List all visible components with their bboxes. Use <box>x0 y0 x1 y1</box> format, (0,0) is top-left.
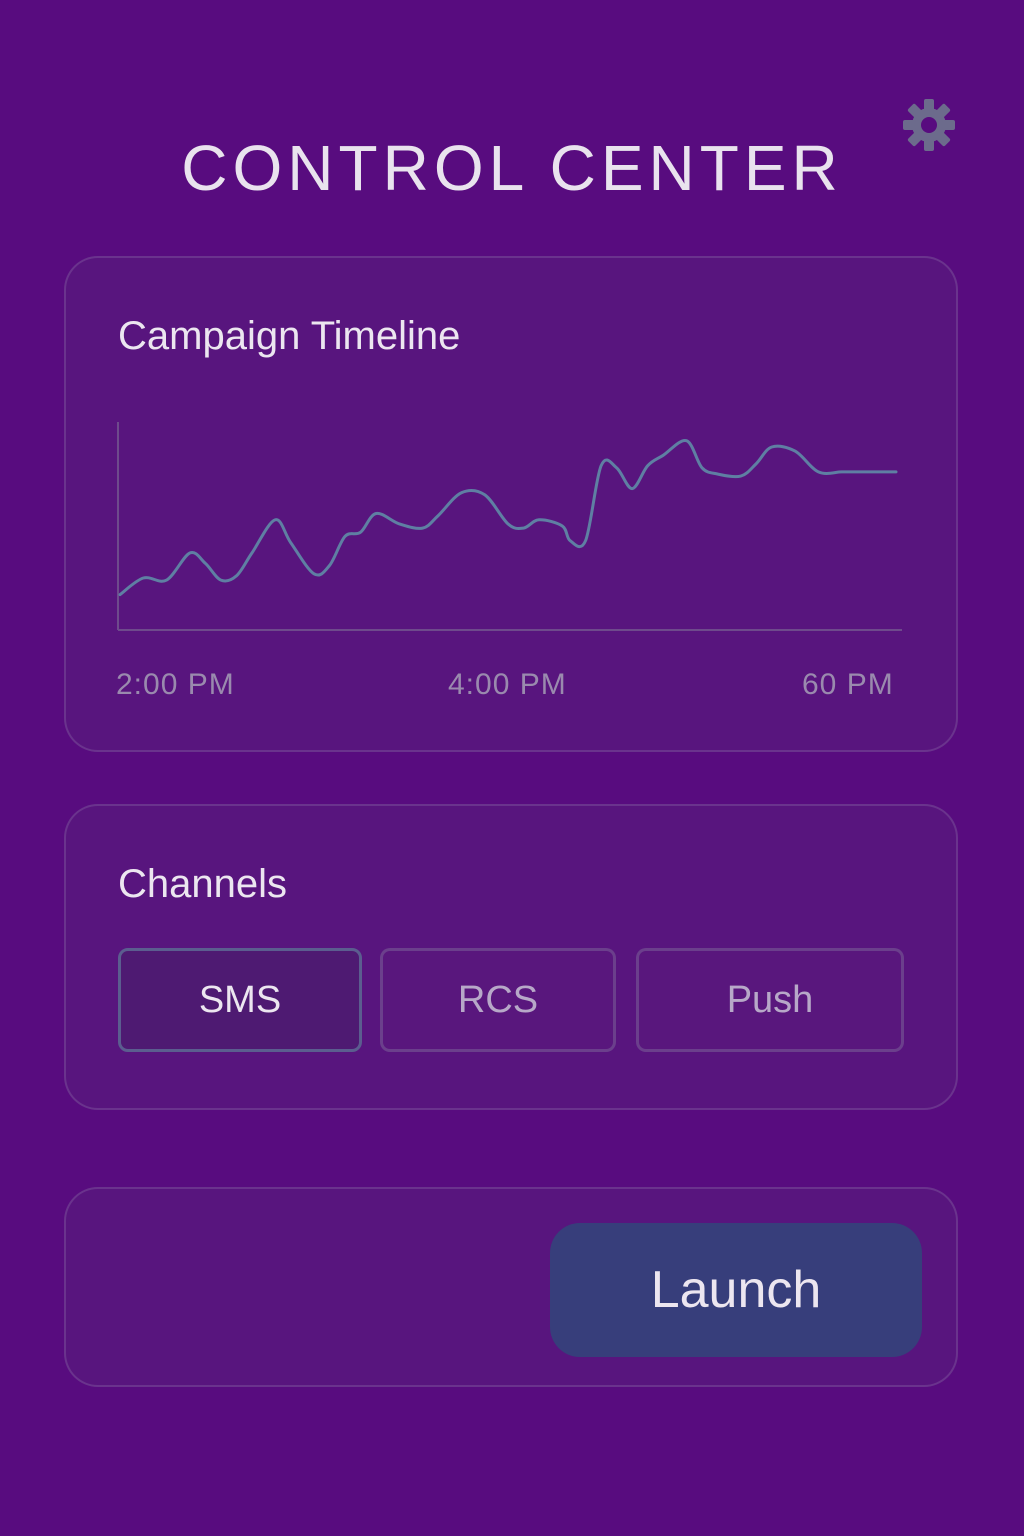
launch-card: Launch <box>64 1187 958 1387</box>
channel-rcs-button[interactable]: RCS <box>380 948 616 1052</box>
gear-icon <box>903 99 955 151</box>
launch-button[interactable]: Launch <box>550 1223 922 1357</box>
x-tick-label: 4:00 PM <box>448 668 567 701</box>
channel-push-button[interactable]: Push <box>636 948 904 1052</box>
channels-card: Channels SMS RCS Push <box>64 804 958 1110</box>
channels-title: Channels <box>118 862 288 906</box>
settings-button[interactable] <box>900 96 958 154</box>
x-tick-label: 2:00 PM <box>116 668 235 701</box>
timeline-series-line <box>118 439 898 597</box>
page-title: CONTROL CENTER <box>181 131 843 204</box>
channel-sms-button[interactable]: SMS <box>118 948 362 1052</box>
x-tick-label: 60 PM <box>802 668 894 701</box>
campaign-timeline-card: Campaign Timeline 2:00 PM 4:00 PM 60 PM <box>64 256 958 752</box>
